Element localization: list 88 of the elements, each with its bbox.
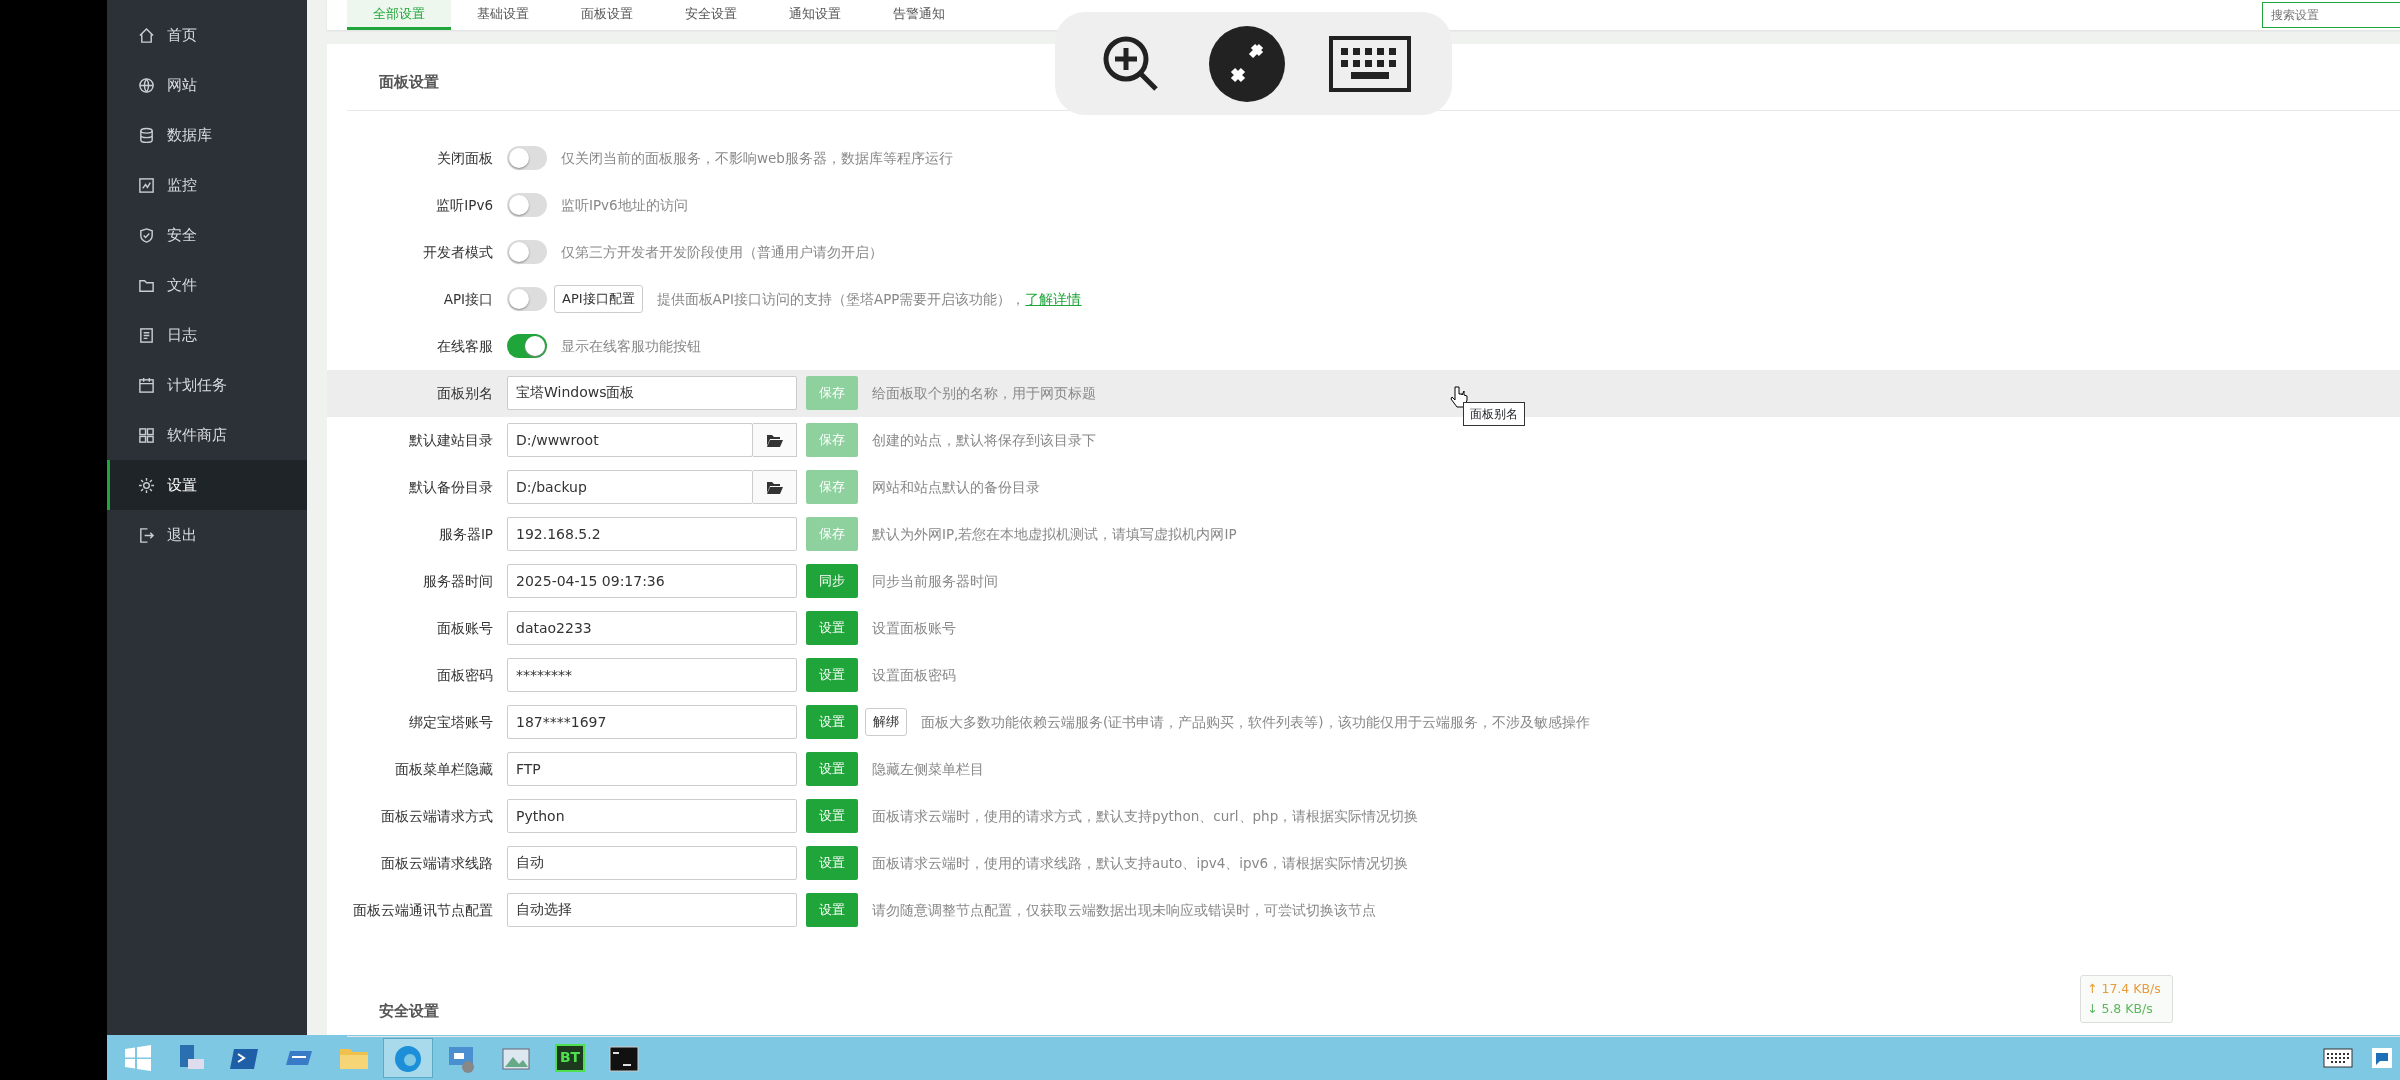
- sidebar-item[interactable]: 计划任务: [107, 360, 307, 410]
- setting-description: 给面板取个别的名称，用于网页标题: [872, 383, 1096, 403]
- toggle-switch[interactable]: [507, 287, 547, 311]
- download-speed: ↓ 5.8 KB/s: [2087, 1001, 2153, 1016]
- setting-label: 关闭面板: [436, 148, 494, 168]
- setting-label: 面板云端通讯节点配置: [352, 900, 494, 920]
- settings-tab[interactable]: 面板设置: [555, 0, 659, 30]
- setting-description: 仅第三方开发者开发阶段使用（普通用户请勿开启）: [561, 242, 883, 262]
- text-field[interactable]: 2025-04-15 09:17:36: [507, 564, 797, 598]
- document-icon: [138, 326, 155, 344]
- setting-label: 面板账号: [436, 618, 494, 638]
- sidebar-item[interactable]: 首页: [107, 10, 307, 60]
- setting-label: API接口: [442, 289, 494, 309]
- setting-description: 仅关闭当前的面板服务，不影响web服务器，数据库等程序运行: [561, 148, 953, 168]
- setting-description: 面板请求云端时，使用的请求线路，默认支持auto、ipv4、ipv6，请根据实际情况切换: [872, 853, 1409, 873]
- setting-label: 面板密码: [436, 665, 494, 685]
- setting-description: 监听IPv6地址的访问: [561, 195, 688, 215]
- settings-icon: [138, 476, 155, 494]
- setting-label: 默认备份目录: [408, 477, 494, 497]
- search-field[interactable]: 搜索设置: [2262, 2, 2400, 28]
- setting-label: 开发者模式: [422, 242, 494, 262]
- tooltip: 面板别名: [1463, 402, 1525, 426]
- toggle-switch[interactable]: [507, 146, 547, 170]
- logout-icon: [138, 526, 155, 544]
- setting-label: 面板云端请求方式: [380, 806, 494, 826]
- setting-description: 设置面板密码: [872, 665, 956, 685]
- setting-label: 面板云端请求线路: [380, 853, 494, 873]
- settings-tab[interactable]: 安全设置: [659, 0, 763, 30]
- settings-tab[interactable]: 通知设置: [763, 0, 867, 30]
- hand-cursor-icon: [1450, 386, 1468, 410]
- sidebar-item[interactable]: 退出: [107, 510, 307, 560]
- setting-label: 默认建站目录: [408, 430, 494, 450]
- bt-logo: BT: [555, 1043, 585, 1072]
- sidebar-item[interactable]: 安全: [107, 210, 307, 260]
- setting-description: 面板请求云端时，使用的请求方式，默认支持python、curl、php，请根据实际情况切换: [872, 806, 1419, 826]
- setting-description: 显示在线客服功能按钮: [561, 336, 701, 356]
- folder-icon: [766, 480, 783, 494]
- setting-description: 创建的站点，默认将保存到该目录下: [872, 430, 1096, 450]
- toggle-switch[interactable]: [507, 240, 547, 264]
- text-field[interactable]: datao2233: [507, 611, 797, 645]
- sidebar-item[interactable]: 监控: [107, 160, 307, 210]
- unbind-button[interactable]: 解绑: [865, 708, 907, 736]
- setting-description: 请勿随意调整节点配置，仅获取云端数据出现未响应或错误时，可尝试切换该节点: [872, 900, 1376, 920]
- setting-description: 同步当前服务器时间: [872, 571, 998, 591]
- setting-label: 面板别名: [436, 383, 494, 403]
- folder-icon: [766, 433, 783, 447]
- setting-label: 服务器时间: [422, 571, 494, 591]
- notification-icon[interactable]: [2371, 1046, 2393, 1069]
- setting-description: 默认为外网IP,若您在本地虚拟机测试，请填写虚拟机内网IP: [872, 524, 1237, 544]
- toggle-switch[interactable]: [507, 193, 547, 217]
- sidebar-item[interactable]: 设置: [107, 460, 307, 510]
- sidebar-item[interactable]: 网站: [107, 60, 307, 110]
- setting-label: 服务器IP: [437, 524, 494, 544]
- sidebar-item[interactable]: 数据库: [107, 110, 307, 160]
- setting-label: 面板菜单栏隐藏: [394, 759, 494, 779]
- upload-speed: ↑ 17.4 KB/s: [2087, 981, 2161, 996]
- keyboard-icon[interactable]: [2323, 1048, 2353, 1068]
- globe-icon: [138, 76, 155, 94]
- sidebar-item[interactable]: 软件商店: [107, 410, 307, 460]
- home-icon: [138, 26, 155, 44]
- setting-label: 在线客服: [436, 336, 494, 356]
- toggle-switch[interactable]: [507, 334, 547, 358]
- setting-description: 设置面板账号: [872, 618, 956, 638]
- taskbar-app[interactable]: BT: [545, 1037, 595, 1078]
- setting-description: 隐藏左侧菜单栏目: [872, 759, 984, 779]
- keyboard-icon[interactable]: [1329, 35, 1412, 92]
- text-field[interactable]: FTP: [507, 752, 797, 786]
- text-field[interactable]: 自动: [507, 846, 797, 880]
- settings-tab[interactable]: 基础设置: [451, 0, 555, 30]
- chart-icon: [138, 176, 155, 194]
- windows-logo-icon: [125, 1044, 151, 1071]
- setting-label: 绑定宝塔账号: [408, 712, 494, 732]
- setting-description: 面板大多数功能依赖云端服务(证书申请，产品购买，软件列表等)，该功能仅用于云端服务，不涉及敏感操作: [921, 712, 1590, 732]
- sidebar-item[interactable]: 日志: [107, 310, 307, 360]
- grid-icon: [138, 426, 155, 444]
- text-field[interactable]: 187****1697: [507, 705, 797, 739]
- shield-icon: [138, 226, 155, 244]
- text-field[interactable]: 自动选择: [507, 893, 797, 927]
- text-field[interactable]: Python: [507, 799, 797, 833]
- config-button[interactable]: API接口配置: [554, 285, 643, 313]
- setting-description: 提供面板API接口访问的支持（堡塔APP需要开启该功能），: [656, 289, 1026, 309]
- database-icon: [138, 126, 155, 144]
- setting-description: 网站和站点默认的备份目录: [872, 477, 1040, 497]
- sidebar-item[interactable]: 文件: [107, 260, 307, 310]
- settings-tab[interactable]: 告警通知: [867, 0, 971, 30]
- text-field[interactable]: ********: [507, 658, 797, 692]
- setting-label: 监听IPv6: [435, 195, 494, 215]
- calendar-icon: [138, 376, 155, 394]
